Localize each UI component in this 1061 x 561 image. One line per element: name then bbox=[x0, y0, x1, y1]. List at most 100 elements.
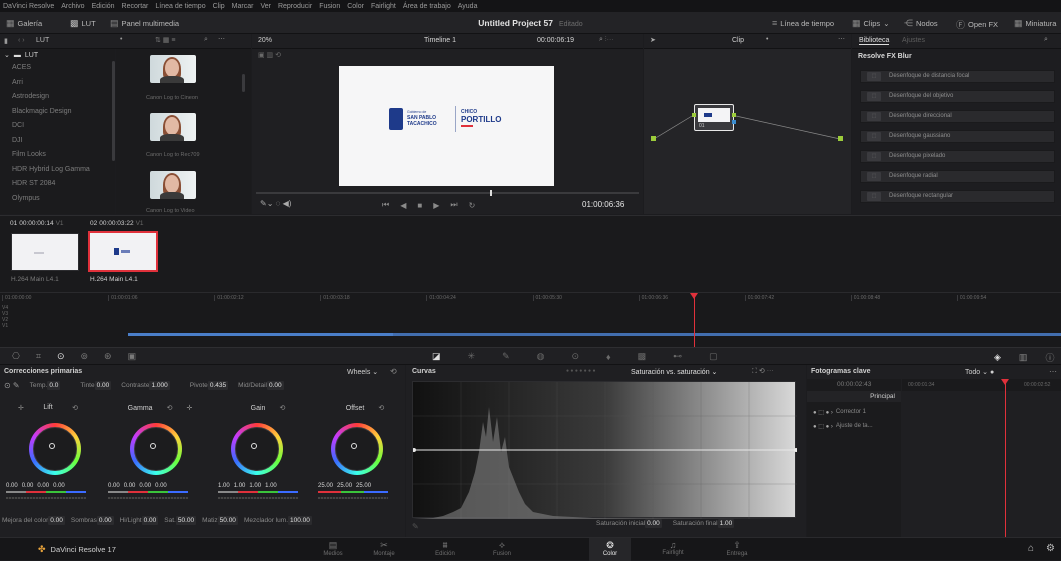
search-icon[interactable]: ⌕ bbox=[204, 36, 208, 44]
menu-playback[interactable]: Reproducir bbox=[278, 3, 312, 10]
play-icon[interactable]: ▶ bbox=[433, 201, 439, 210]
menu-help[interactable]: Ayuda bbox=[458, 3, 478, 10]
timeline-ruler[interactable]: 01:00:00:00 01:00:01:06 01:00:02:12 01:00:0… bbox=[0, 293, 1061, 305]
node-input-port[interactable] bbox=[692, 113, 696, 117]
mid-detail-field[interactable]: Mid/Detail 0.00 bbox=[238, 381, 284, 390]
color-match-icon[interactable]: ⌗ bbox=[36, 351, 41, 362]
scrollbar[interactable] bbox=[112, 61, 115, 161]
tracker-icon[interactable]: ⊙ bbox=[571, 351, 579, 362]
playhead[interactable] bbox=[694, 293, 695, 348]
crosshair-icon[interactable]: ✛ bbox=[186, 405, 192, 412]
timeline-button[interactable]: ≡ Línea de tiempo bbox=[772, 18, 834, 28]
menu-app[interactable]: DaVinci Resolve bbox=[3, 3, 54, 10]
skip-forward-icon[interactable]: ⏭ bbox=[450, 200, 457, 210]
gamma-y-value[interactable]: 0.00 bbox=[108, 483, 120, 489]
tab-settings[interactable]: Ajustes bbox=[902, 37, 925, 44]
pivot-field[interactable]: Pivote 0.435 bbox=[190, 381, 229, 390]
field-value[interactable]: 50.00 bbox=[217, 516, 238, 525]
saturation-field[interactable]: Sat. 50.00 bbox=[164, 516, 197, 525]
lut-folder[interactable]: ACES bbox=[0, 61, 115, 76]
menu-file[interactable]: Archivo bbox=[61, 3, 84, 10]
skip-back-icon[interactable]: ⏮ bbox=[382, 200, 389, 210]
output-sat-field[interactable]: Saturación final 1.00 bbox=[673, 519, 735, 528]
keyframes-icon[interactable]: ◈ bbox=[994, 352, 1001, 363]
window-icon[interactable]: ◍ bbox=[537, 351, 545, 362]
field-value[interactable]: 1.00 bbox=[717, 519, 735, 528]
tab-cut[interactable]: ✂ Montaje bbox=[363, 538, 405, 561]
keyframe-playhead-marker[interactable] bbox=[1001, 379, 1009, 385]
lut-folder[interactable]: Astrodesign bbox=[0, 90, 115, 105]
tab-media[interactable]: ▤ Medios bbox=[312, 538, 354, 561]
timeline-name[interactable]: Timeline 1 bbox=[424, 37, 456, 44]
field-value[interactable]: 0.435 bbox=[207, 381, 229, 390]
keyframe-controls-icon[interactable]: ● ⬚ ● › bbox=[813, 409, 833, 416]
keyframe-playhead[interactable] bbox=[1005, 379, 1006, 537]
stop-icon[interactable]: ■ bbox=[417, 201, 422, 210]
home-icon[interactable]: ⌂ bbox=[1028, 543, 1034, 554]
sizing-icon[interactable]: ▢ bbox=[709, 351, 718, 362]
menu-timeline[interactable]: Línea de tiempo bbox=[155, 3, 205, 10]
lut-thumbnail[interactable] bbox=[150, 113, 196, 141]
clip-thumbnail-selected[interactable] bbox=[88, 231, 158, 272]
fx-item[interactable]: ⬚ Desenfoque del objetivo bbox=[860, 90, 1055, 103]
viewer-scrubber[interactable] bbox=[256, 192, 639, 194]
gamma-b-value[interactable]: 0.00 bbox=[155, 483, 167, 489]
field-value[interactable]: 0.00 bbox=[48, 516, 65, 525]
keyframe-row[interactable]: ● ⬚ ● › Ajuste de ta... bbox=[807, 421, 873, 431]
fx-item[interactable]: ⬚ Desenfoque radial bbox=[860, 170, 1055, 183]
highlights-field[interactable]: Hi/Light 0.00 bbox=[120, 516, 159, 525]
offset-g-value[interactable]: 25.00 bbox=[337, 483, 352, 489]
lift-master-slider[interactable] bbox=[6, 497, 86, 499]
crosshair-icon[interactable]: ✛ bbox=[18, 404, 24, 412]
lut-folder[interactable]: Film Looks bbox=[0, 148, 115, 163]
menu-mark[interactable]: Marcar bbox=[232, 3, 254, 10]
field-value[interactable]: 0.00 bbox=[141, 516, 159, 525]
menu-view[interactable]: Ver bbox=[260, 3, 271, 10]
lut-folder[interactable]: DCI bbox=[0, 119, 115, 134]
gamma-master-slider[interactable] bbox=[108, 497, 188, 499]
curve-options-icons[interactable]: ⛶ ⟲ ⋯ bbox=[752, 367, 774, 376]
timeline-clip[interactable] bbox=[128, 333, 393, 336]
fx-item[interactable]: ⬚ Desenfoque rectangular bbox=[860, 190, 1055, 203]
clips-button[interactable]: ▦ Clips ⌄ bbox=[852, 18, 889, 29]
timeline-clip[interactable] bbox=[393, 333, 1061, 336]
lut-folder[interactable]: Blackmagic Design bbox=[0, 105, 115, 120]
menu-edit[interactable]: Edición bbox=[92, 3, 115, 10]
menu-fairlight[interactable]: Fairlight bbox=[371, 3, 396, 10]
color-boost-field[interactable]: Mejora del color 0.00 bbox=[2, 516, 65, 525]
field-value[interactable]: 1.000 bbox=[149, 381, 170, 390]
panel-toggle-icon[interactable]: ▮ bbox=[4, 37, 8, 45]
curves-icon[interactable]: ◪ bbox=[432, 351, 441, 362]
shadows-field[interactable]: Sombras 0.00 bbox=[71, 516, 114, 525]
tab-fairlight[interactable]: ♫ Fairlight bbox=[652, 538, 694, 561]
gain-y-value[interactable]: 1.00 bbox=[218, 483, 230, 489]
curve-mode-dropdown[interactable]: Saturación vs. saturación ⌄ bbox=[631, 368, 717, 376]
keyframe-controls-icon[interactable]: ● ⬚ ● › bbox=[813, 423, 833, 430]
reset-icon[interactable]: ⟲ bbox=[378, 405, 384, 412]
reset-icon[interactable]: ⟲ bbox=[167, 405, 173, 412]
reset-icon[interactable]: ⟲ bbox=[390, 367, 397, 376]
curve-picker-icon[interactable]: ✎ bbox=[412, 522, 419, 531]
reset-icon[interactable]: ⟲ bbox=[72, 404, 78, 412]
play-reverse-icon[interactable]: ◀ bbox=[400, 201, 406, 210]
more-icon[interactable]: ⋯ bbox=[838, 35, 845, 43]
menu-fusion[interactable]: Fusion bbox=[319, 3, 340, 10]
viewer-mode-icons[interactable]: ▣ ▥ ⟲ bbox=[258, 51, 281, 59]
scrollbar[interactable] bbox=[242, 74, 245, 92]
fx-item[interactable]: ⬚ Desenfoque pixelado bbox=[860, 150, 1055, 163]
offset-r-value[interactable]: 25.00 bbox=[318, 483, 333, 489]
gamma-wheel[interactable] bbox=[130, 423, 182, 475]
hue-field[interactable]: Matiz 50.00 bbox=[202, 516, 238, 525]
loop-icon[interactable]: ↻ bbox=[469, 201, 476, 210]
mini-timeline[interactable]: 01:00:00:00 01:00:01:06 01:00:02:12 01:00:0… bbox=[0, 292, 1061, 348]
lut-folder[interactable]: DJI bbox=[0, 134, 115, 149]
pointer-icon[interactable]: ➤ bbox=[650, 36, 656, 44]
reset-icon[interactable]: ⟲ bbox=[279, 405, 285, 412]
menu-color[interactable]: Color bbox=[347, 3, 364, 10]
node-alpha-port[interactable] bbox=[732, 120, 736, 124]
field-value[interactable]: 0.0 bbox=[47, 381, 61, 390]
lut-folder[interactable]: HDR Hybrid Log Gamma bbox=[0, 163, 115, 178]
offset-master-slider[interactable] bbox=[318, 497, 388, 499]
viewer-frame[interactable]: Gobierno de SAN PABLO TACACHICO CHICO PO… bbox=[339, 66, 554, 186]
viewer-tools-icons[interactable]: ✎⌄ ◌ ◀) bbox=[260, 199, 291, 208]
